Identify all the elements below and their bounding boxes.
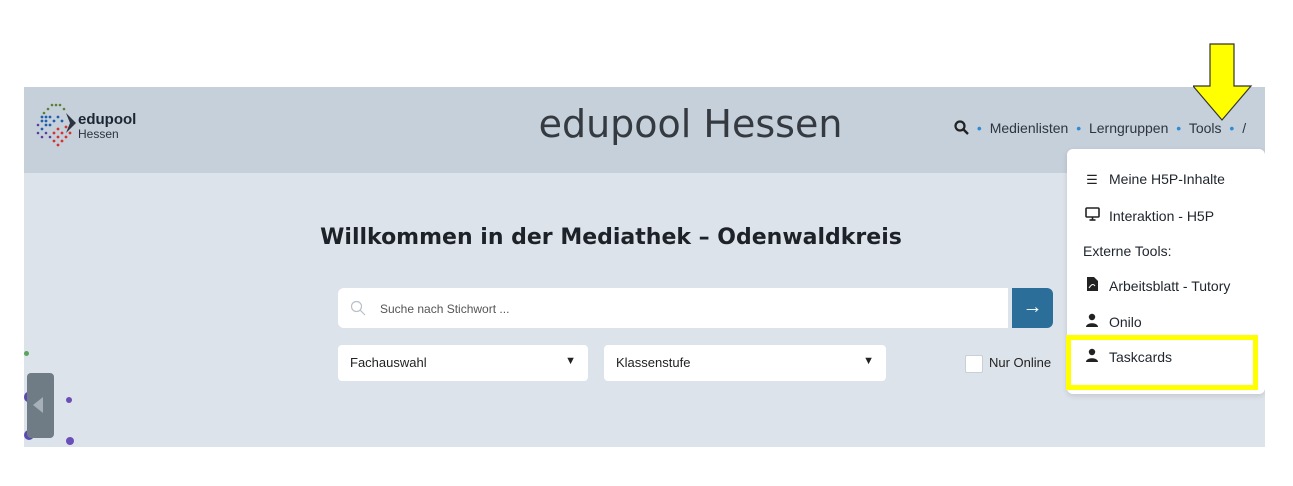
menu-item-onilo[interactable]: Onilo <box>1083 313 1142 330</box>
annotation-arrow-icon <box>1193 43 1253 121</box>
page-frame: edupool Hessen edupool Hessen • Medienli… <box>24 87 1265 447</box>
subject-select[interactable]: Fachauswahl ▼ <box>338 345 588 381</box>
nav-separator: • <box>1176 120 1182 136</box>
nav-separator: • <box>976 120 982 136</box>
grade-select-value: Klassenstufe <box>616 355 691 370</box>
user-icon <box>1083 313 1101 330</box>
decorative-dot <box>24 351 29 356</box>
search-submit-button[interactable]: → <box>1012 288 1053 328</box>
search-box <box>338 288 1008 330</box>
menu-item-label: Onilo <box>1109 314 1142 330</box>
search-input[interactable] <box>378 288 1002 330</box>
menu-item-tutory[interactable]: Arbeitsblatt - Tutory <box>1083 277 1230 294</box>
side-panel-toggle[interactable] <box>27 373 54 438</box>
online-only-checkbox[interactable] <box>965 355 983 373</box>
arrow-right-icon: → <box>1022 296 1043 318</box>
menu-item-label: Meine H5P-Inhalte <box>1109 171 1225 187</box>
list-icon: ☰ <box>1086 172 1098 187</box>
search-icon[interactable] <box>954 120 969 138</box>
menu-item-interaktion-h5p[interactable]: Interaktion - H5P <box>1083 207 1214 224</box>
menu-item-label: Interaktion - H5P <box>1109 208 1215 224</box>
grade-select[interactable]: Klassenstufe ▼ <box>604 345 886 381</box>
decorative-dot <box>66 437 74 445</box>
menu-item-label: Arbeitsblatt - Tutory <box>1109 278 1231 294</box>
nav-item-lerngruppen[interactable]: Lerngruppen <box>1089 120 1168 136</box>
decorative-dot <box>66 397 72 403</box>
external-tools-heading: Externe Tools: <box>1083 243 1172 259</box>
subject-select-value: Fachauswahl <box>350 355 427 370</box>
chevron-down-icon: ▼ <box>565 355 576 367</box>
monitor-icon <box>1083 207 1101 224</box>
highlight-box <box>1066 335 1258 390</box>
chevron-down-icon: ▼ <box>863 355 874 367</box>
menu-item-meine-h5p[interactable]: ☰ Meine H5P-Inhalte <box>1083 171 1225 188</box>
welcome-heading: Willkommen in der Mediathek – Odenwaldkr… <box>320 225 902 250</box>
pdf-file-icon <box>1083 277 1101 294</box>
search-field-icon <box>350 300 366 316</box>
site-title-text: edupool Hessen <box>538 102 843 146</box>
nav-item-medienlisten[interactable]: Medienlisten <box>990 120 1069 136</box>
online-only-label: Nur Online <box>989 355 1052 370</box>
chevron-left-icon <box>33 397 43 413</box>
nav-separator: • <box>1076 120 1082 136</box>
